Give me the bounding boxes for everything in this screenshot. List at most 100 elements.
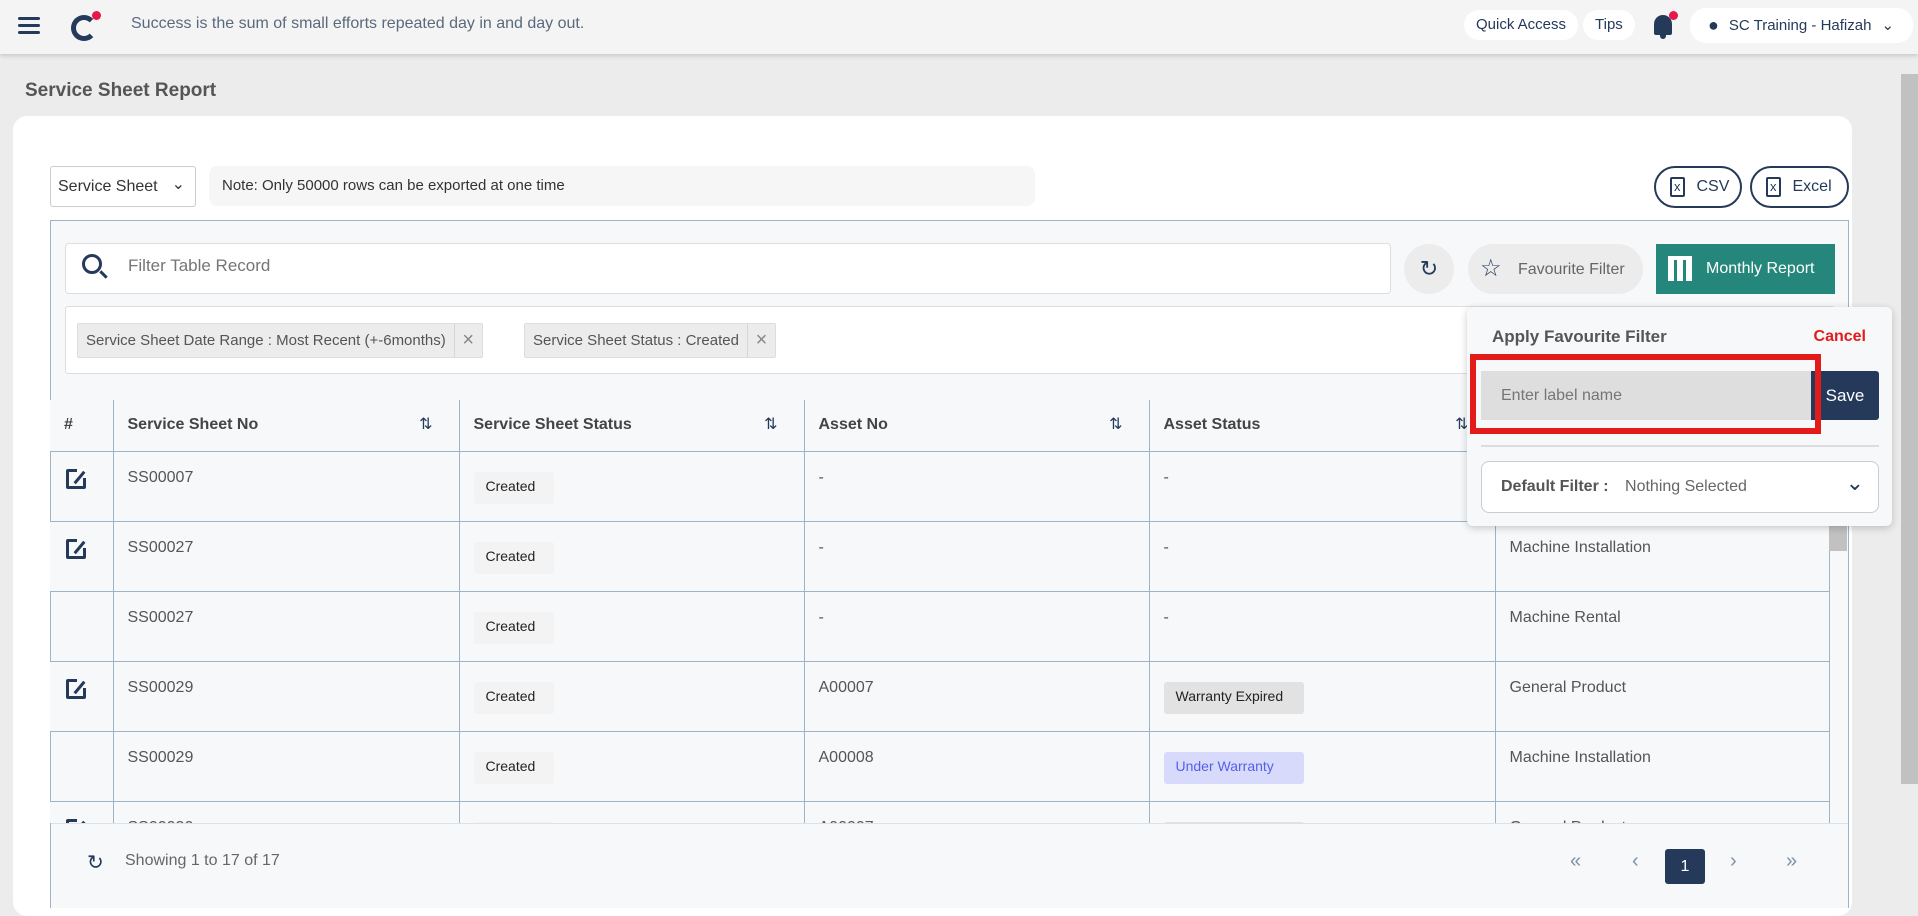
favourite-filter-button[interactable]: ☆ Favourite Filter (1468, 244, 1643, 294)
excel-label: Excel (1792, 178, 1832, 195)
page-title: Service Sheet Report (25, 80, 217, 101)
chevron-down-icon: ⌄ (171, 176, 185, 193)
asset-status-text: - (1163, 608, 1169, 626)
table-row: SS00027 Created - - Machine Installation (50, 521, 1830, 592)
row-action (50, 521, 114, 592)
cell-asset-no: - (804, 521, 1150, 592)
header-label: Asset Status (1163, 416, 1261, 433)
favourite-filter-label: Favourite Filter (1517, 261, 1625, 278)
csv-button[interactable]: x CSV (1654, 166, 1742, 208)
table-row: SS00029 Created A00007 Warranty Expired … (50, 661, 1830, 732)
excel-button[interactable]: x Excel (1750, 166, 1849, 208)
file-excel-icon: x (1766, 177, 1781, 197)
top-bar: Success is the sum of small efforts repe… (0, 0, 1918, 54)
cell-status: Created (459, 591, 805, 662)
cell-service-sheet-no: SS00030 (113, 801, 460, 823)
quote-text: Success is the sum of small efforts repe… (131, 15, 585, 32)
table-scrollbar-thumb[interactable] (1829, 526, 1847, 551)
row-action (50, 591, 114, 662)
csv-label: CSV (1696, 178, 1730, 195)
star-icon: ☆ (1480, 255, 1502, 282)
default-filter-value: Nothing Selected (1625, 478, 1747, 495)
status-badge: Created (473, 751, 554, 784)
cancel-button[interactable]: Cancel (1814, 328, 1866, 346)
prev-page-button[interactable]: ‹ (1632, 850, 1639, 873)
cell-status: Created (459, 661, 805, 732)
bell-icon[interactable] (1652, 11, 1678, 39)
cell-type: Machine Rental (1495, 591, 1830, 662)
header-label: Service Sheet Status (473, 416, 632, 433)
refresh-icon: ↻ (1419, 256, 1439, 281)
export-note: Note: Only 50000 rows can be exported at… (209, 166, 1035, 206)
monthly-report-button[interactable]: Monthly Report (1656, 244, 1835, 294)
asset-status-text: - (1163, 538, 1169, 556)
sort-icon[interactable]: ⇅ (1109, 400, 1122, 450)
highlight-box (1470, 354, 1821, 434)
cell-asset-status (1149, 801, 1496, 823)
status-badge: Created (473, 541, 554, 574)
record-count: Showing 1 to 17 of 17 (125, 852, 280, 869)
col-header-asset-status[interactable]: Asset Status ⇅ (1149, 400, 1496, 452)
open-external-icon[interactable] (66, 678, 86, 699)
header-label: Asset No (818, 416, 888, 433)
default-filter-label: Default Filter : (1501, 478, 1609, 495)
favourite-filter-popup: Apply Favourite Filter Cancel Save Defau… (1467, 307, 1892, 526)
refresh-icon[interactable]: ↻ (87, 850, 104, 875)
sort-icon[interactable]: ⇅ (419, 400, 432, 450)
asset-status-badge: Under Warranty (1163, 751, 1304, 784)
save-button[interactable]: Save (1811, 371, 1879, 420)
chip-label: Service Sheet Date Range : Most Recent (… (86, 332, 446, 349)
sort-icon[interactable]: ⇅ (764, 400, 777, 450)
status-badge: Created (473, 471, 554, 504)
monthly-report-label: Monthly Report (1706, 260, 1815, 277)
first-page-button[interactable]: « (1570, 850, 1581, 873)
cell-type: General Product (1495, 801, 1830, 823)
user-menu[interactable]: ● SC Training - Hafizah ⌄ (1690, 8, 1913, 43)
next-page-button[interactable]: › (1730, 850, 1737, 873)
cell-status: Created (459, 451, 805, 522)
report-type-value: Service Sheet (58, 178, 158, 195)
col-header-service-sheet-status[interactable]: Service Sheet Status ⇅ (459, 400, 805, 452)
filter-chip-status: Service Sheet Status : Created × (524, 323, 776, 358)
filter-search[interactable] (65, 243, 1391, 294)
tips-button[interactable]: Tips (1583, 10, 1635, 40)
status-badge: Created (473, 681, 554, 714)
cell-status (459, 801, 805, 823)
col-header-asset-no[interactable]: Asset No ⇅ (804, 400, 1150, 452)
default-filter-select[interactable]: Default Filter : Nothing Selected ⌄ (1481, 461, 1879, 513)
cell-asset-no: - (804, 591, 1150, 662)
columns-icon (1668, 256, 1692, 281)
cell-status: Created (459, 521, 805, 592)
cell-type: Machine Installation (1495, 521, 1830, 592)
asset-status-badge: Warranty Expired (1163, 681, 1304, 714)
user-icon: ● (1708, 15, 1719, 35)
last-page-button[interactable]: » (1786, 850, 1797, 873)
row-action (50, 661, 114, 732)
app-logo[interactable] (71, 11, 101, 41)
chevron-down-icon: ⌄ (1845, 470, 1864, 495)
cell-asset-no: A00008 (804, 731, 1150, 802)
header-label: Service Sheet No (127, 416, 259, 433)
table-row: SS00030 A00007 General Product (50, 801, 1830, 823)
row-action (50, 451, 114, 522)
close-icon[interactable]: × (746, 324, 775, 357)
cell-asset-no: A00007 (804, 801, 1150, 823)
asset-status-text: - (1163, 468, 1169, 486)
report-type-select[interactable]: Service Sheet ⌄ (50, 166, 196, 207)
page-scrollbar[interactable] (1901, 74, 1918, 784)
cell-service-sheet-no: SS00029 (113, 731, 460, 802)
open-external-icon[interactable] (66, 468, 86, 489)
col-header-service-sheet-no[interactable]: Service Sheet No ⇅ (113, 400, 460, 452)
filter-input[interactable] (128, 256, 1328, 276)
quick-access-button[interactable]: Quick Access (1464, 10, 1579, 40)
cell-status: Created (459, 731, 805, 802)
cell-asset-status: Warranty Expired (1149, 661, 1496, 732)
menu-icon[interactable] (18, 17, 40, 35)
cell-asset-no: - (804, 451, 1150, 522)
refresh-button[interactable]: ↻ (1404, 244, 1454, 294)
page-1-button[interactable]: 1 (1665, 849, 1705, 884)
open-external-icon[interactable] (66, 538, 86, 559)
cell-type: General Product (1495, 661, 1830, 732)
close-icon[interactable]: × (453, 324, 482, 357)
divider (1481, 445, 1879, 447)
